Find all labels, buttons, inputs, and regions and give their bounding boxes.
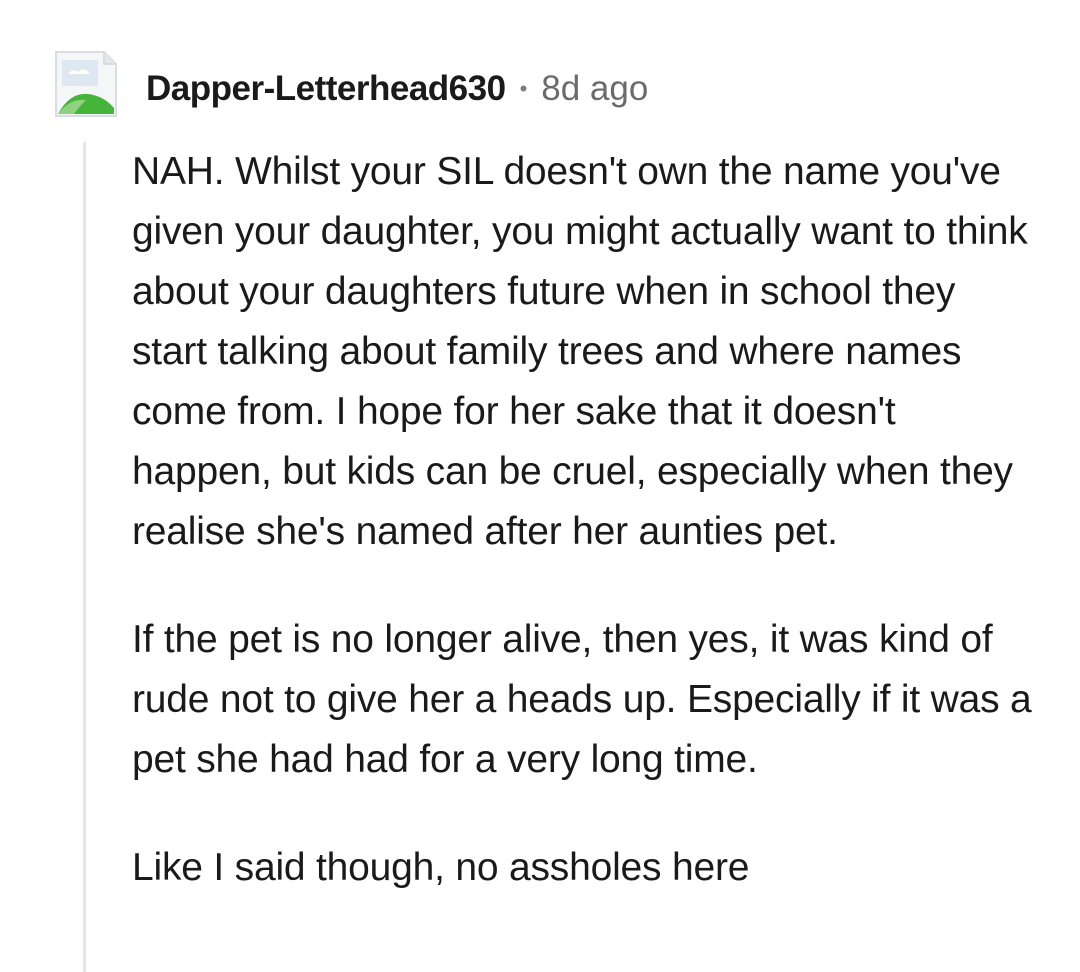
avatar[interactable] bbox=[52, 48, 120, 120]
comment-body: NAH. Whilst your SIL doesn't own the nam… bbox=[132, 142, 1032, 898]
timestamp[interactable]: 8d ago bbox=[541, 69, 648, 109]
comment-paragraph: NAH. Whilst your SIL doesn't own the nam… bbox=[132, 150, 1028, 553]
username[interactable]: Dapper-Letterhead630 bbox=[146, 69, 506, 109]
comment: Dapper-Letterhead630 • 8d ago NAH. Whils… bbox=[0, 0, 1080, 972]
thread-line[interactable] bbox=[83, 142, 86, 972]
comment-paragraph: If the pet is no longer alive, then yes,… bbox=[132, 618, 1032, 781]
separator-dot: • bbox=[519, 76, 528, 101]
comment-paragraph: Like I said though, no assholes here bbox=[132, 846, 750, 889]
image-placeholder-icon bbox=[55, 51, 117, 117]
comment-header: Dapper-Letterhead630 • 8d ago bbox=[146, 64, 648, 114]
